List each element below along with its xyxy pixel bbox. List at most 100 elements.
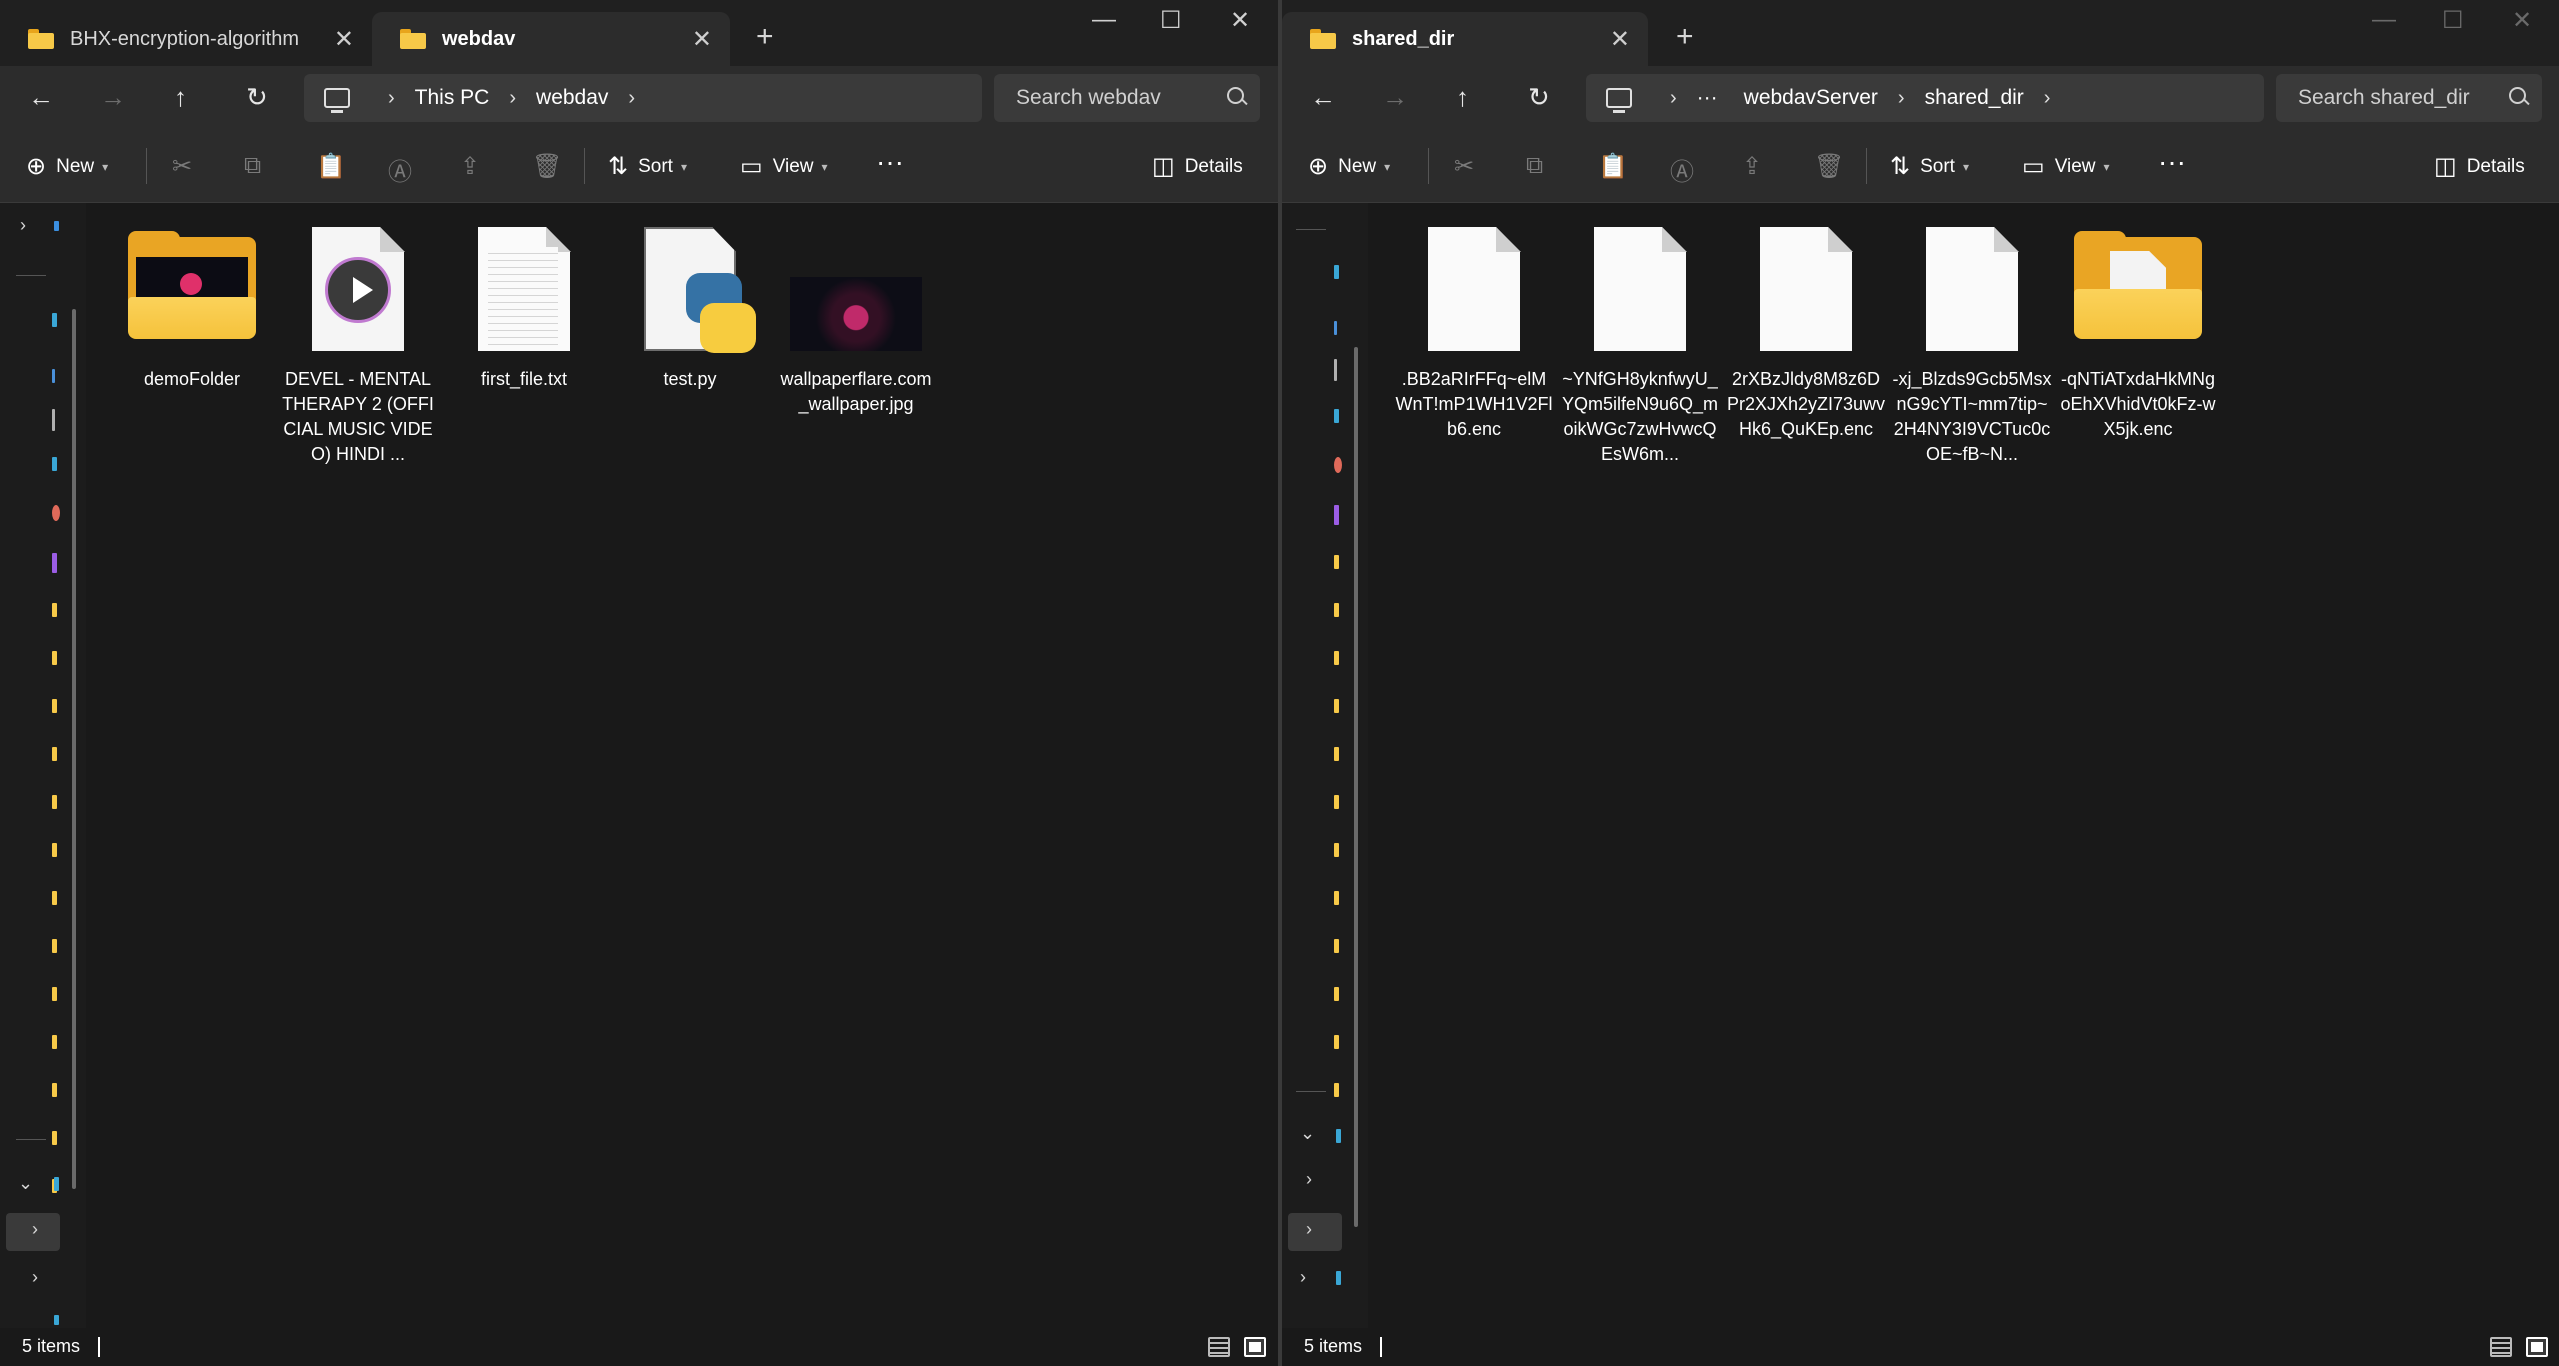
rename-button[interactable]: Ⓐ bbox=[1670, 152, 1704, 187]
share-button[interactable]: ⇪ bbox=[460, 152, 490, 181]
file-item[interactable]: .BB2aRIrFFq~elMWnT!mP1WH1V2Flb6.enc bbox=[1394, 225, 1554, 442]
details-view-button[interactable] bbox=[1208, 1337, 1230, 1357]
view-button[interactable]: ▭ View ▾ bbox=[2022, 152, 2110, 181]
nav-item-icon[interactable] bbox=[52, 603, 57, 617]
new-tab-button[interactable]: + bbox=[1676, 22, 1694, 52]
nav-item-icon[interactable] bbox=[1334, 1035, 1339, 1049]
nav-scrollbar[interactable] bbox=[72, 309, 76, 1189]
nav-item-icon[interactable] bbox=[1334, 555, 1339, 569]
nav-item-icon[interactable] bbox=[52, 939, 57, 953]
nav-item-icon[interactable] bbox=[52, 987, 57, 1001]
back-button[interactable]: ← bbox=[1310, 80, 1336, 114]
back-button[interactable]: ← bbox=[28, 80, 54, 114]
nav-item-icon[interactable] bbox=[52, 1083, 57, 1097]
file-list[interactable]: .BB2aRIrFFq~elMWnT!mP1WH1V2Flb6.enc ~YNf… bbox=[1370, 203, 2559, 1328]
nav-scrollbar[interactable] bbox=[1354, 347, 1358, 1227]
expand-chevron-icon[interactable]: › bbox=[20, 215, 26, 236]
nav-item-icon[interactable] bbox=[52, 369, 55, 383]
new-button[interactable]: ⊕ New ▾ bbox=[1308, 152, 1390, 181]
nav-item-icon[interactable] bbox=[1334, 265, 1339, 279]
nav-item-icon[interactable] bbox=[54, 221, 59, 231]
address-bar[interactable]: › This PC › webdav › bbox=[304, 74, 982, 122]
expand-chevron-icon[interactable]: › bbox=[32, 1219, 38, 1240]
nav-item-icon[interactable] bbox=[1334, 409, 1339, 423]
new-tab-button[interactable]: + bbox=[756, 22, 774, 52]
expand-chevron-icon[interactable]: › bbox=[1306, 1169, 1312, 1190]
sort-button[interactable]: ⇅ Sort ▾ bbox=[608, 152, 687, 181]
large-icons-view-button[interactable] bbox=[2526, 1337, 2548, 1357]
see-more-button[interactable]: ··· bbox=[876, 146, 914, 178]
cut-button[interactable]: ✂ bbox=[1454, 152, 1484, 181]
nav-item-icon[interactable] bbox=[1336, 1129, 1341, 1143]
nav-item-icon[interactable] bbox=[1334, 603, 1339, 617]
nav-item-icon[interactable] bbox=[1334, 795, 1339, 809]
delete-button[interactable]: 🗑 bbox=[532, 152, 572, 181]
nav-item-icon[interactable] bbox=[52, 843, 57, 857]
search-box[interactable]: Search shared_dir bbox=[2276, 74, 2542, 122]
collapse-chevron-icon[interactable]: ⌄ bbox=[1300, 1123, 1315, 1144]
address-bar[interactable]: › ··· webdavServer › shared_dir › bbox=[1586, 74, 2264, 122]
nav-item-icon[interactable] bbox=[1334, 505, 1339, 525]
details-button[interactable]: ◫ Details bbox=[2434, 152, 2525, 181]
search-box[interactable]: Search webdav bbox=[994, 74, 1260, 122]
breadcrumb-webdavserver[interactable]: webdavServer bbox=[1744, 86, 1878, 110]
sort-button[interactable]: ⇅ Sort ▾ bbox=[1890, 152, 1969, 181]
nav-item-icon[interactable] bbox=[54, 1177, 59, 1191]
new-button[interactable]: ⊕ New ▾ bbox=[26, 152, 108, 181]
chevron-right-icon[interactable]: › bbox=[2044, 87, 2051, 110]
nav-item-icon[interactable] bbox=[52, 505, 60, 521]
close-tab-icon[interactable]: ✕ bbox=[1610, 25, 1630, 54]
details-button[interactable]: ◫ Details bbox=[1152, 152, 1243, 181]
close-tab-icon[interactable]: ✕ bbox=[334, 25, 354, 54]
navigation-pane[interactable]: ⌄ › › › bbox=[1282, 203, 1368, 1328]
details-view-button[interactable] bbox=[2490, 1337, 2512, 1357]
file-item[interactable]: -qNTiATxdaHkMNgoEhXVhidVt0kFz-wX5jk.enc bbox=[2058, 225, 2218, 442]
chevron-right-icon[interactable]: › bbox=[628, 87, 635, 110]
nav-item-icon[interactable] bbox=[52, 1035, 57, 1049]
breadcrumb-webdav[interactable]: webdav bbox=[536, 86, 608, 110]
cut-button[interactable]: ✂ bbox=[172, 152, 202, 181]
nav-item-icon[interactable] bbox=[1334, 1083, 1339, 1097]
nav-item-icon[interactable] bbox=[52, 553, 57, 573]
chevron-right-icon[interactable]: › bbox=[388, 87, 395, 110]
minimize-button[interactable]: — bbox=[2372, 6, 2396, 34]
nav-item-icon[interactable] bbox=[1334, 843, 1339, 857]
share-button[interactable]: ⇪ bbox=[1742, 152, 1772, 181]
paste-button[interactable]: 📋 bbox=[316, 152, 356, 181]
copy-button[interactable]: ⧉ bbox=[244, 152, 271, 180]
expand-chevron-icon[interactable]: › bbox=[32, 1267, 38, 1288]
large-icons-view-button[interactable] bbox=[1244, 1337, 1266, 1357]
close-tab-icon[interactable]: ✕ bbox=[692, 25, 712, 54]
copy-button[interactable]: ⧉ bbox=[1526, 152, 1553, 180]
nav-item-icon[interactable] bbox=[1334, 939, 1339, 953]
forward-button[interactable]: → bbox=[1382, 80, 1408, 114]
file-item[interactable]: ~YNfGH8yknfwyU_YQm5ilfeN9u6Q_moikWGc7zwH… bbox=[1560, 225, 1720, 467]
nav-item-icon[interactable] bbox=[52, 651, 57, 665]
breadcrumb-overflow[interactable]: ··· bbox=[1697, 86, 1718, 110]
nav-item-icon[interactable] bbox=[1336, 1271, 1341, 1285]
file-list[interactable]: demoFolder DEVEL - MENTAL THERAPY 2 (OFF… bbox=[88, 203, 1278, 1328]
expand-chevron-icon[interactable]: › bbox=[1300, 1267, 1306, 1288]
paste-button[interactable]: 📋 bbox=[1598, 152, 1638, 181]
nav-item-icon[interactable] bbox=[52, 1131, 57, 1145]
close-window-button[interactable]: ✕ bbox=[1230, 6, 1250, 35]
breadcrumb-this-pc[interactable]: This PC bbox=[415, 86, 490, 110]
expand-chevron-icon[interactable]: › bbox=[1306, 1219, 1312, 1240]
nav-item-selected[interactable] bbox=[1288, 1213, 1342, 1251]
file-item[interactable]: -xj_Blzds9Gcb5MsxnG9cYTI~mm7tip~2H4NY3I9… bbox=[1892, 225, 2052, 467]
close-window-button[interactable]: ✕ bbox=[2512, 6, 2532, 35]
chevron-right-icon[interactable]: › bbox=[509, 87, 516, 110]
nav-item-icon[interactable] bbox=[52, 699, 57, 713]
nav-item-icon[interactable] bbox=[1334, 321, 1337, 335]
minimize-button[interactable]: — bbox=[1092, 6, 1116, 34]
file-item[interactable]: test.py bbox=[610, 225, 770, 392]
file-item[interactable]: 2rXBzJldy8M8z6DPr2XJXh2yZI73uwvHk6_QuKEp… bbox=[1726, 225, 1886, 442]
delete-button[interactable]: 🗑 bbox=[1814, 152, 1854, 181]
tab-webdav[interactable]: webdav ✕ bbox=[372, 12, 730, 66]
file-item[interactable]: first_file.txt bbox=[444, 225, 604, 392]
nav-item-icon[interactable] bbox=[52, 747, 57, 761]
nav-item-icon[interactable] bbox=[1334, 747, 1339, 761]
tab-bhx-encryption-algorithm[interactable]: BHX-encryption-algorithm ✕ bbox=[0, 12, 372, 66]
nav-item-icon[interactable] bbox=[52, 409, 55, 431]
refresh-button[interactable]: ↻ bbox=[1528, 80, 1550, 114]
